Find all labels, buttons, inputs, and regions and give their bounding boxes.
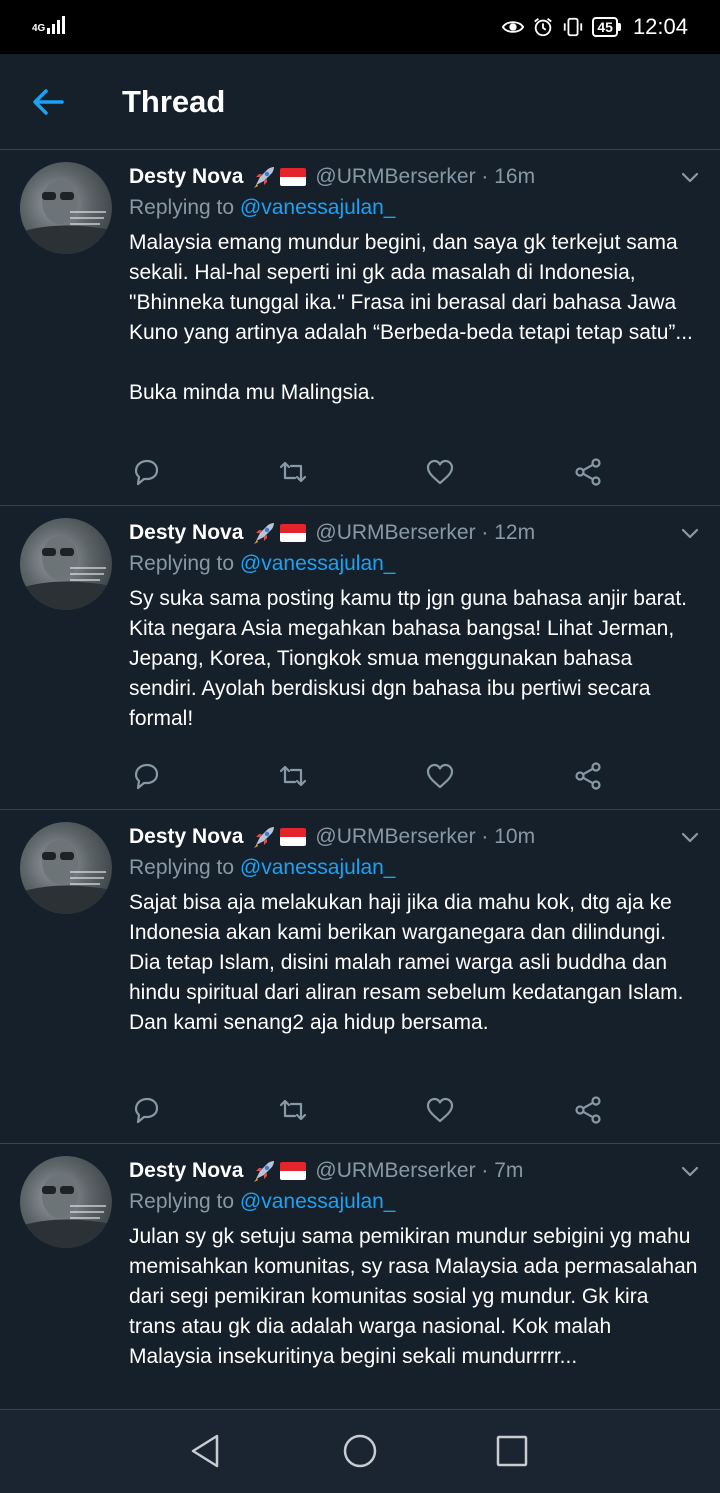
- retweet-icon[interactable]: [277, 1094, 309, 1126]
- tweet-header: Desty Nova @URMBerserker · 16m: [129, 162, 720, 192]
- rocket-emoji-icon: [254, 523, 275, 544]
- mention-link[interactable]: @vanessajulan_: [240, 1190, 396, 1213]
- replying-to: Replying to @vanessajulan_: [129, 193, 396, 223]
- eye-comfort-icon: [502, 21, 525, 33]
- clock: 12:04: [632, 14, 688, 39]
- tweet-actions: [130, 1094, 610, 1126]
- signal-indicator: 4G: [32, 14, 66, 34]
- handle-and-time: @URMBerserker · 10m: [315, 825, 536, 848]
- avatar[interactable]: [20, 1156, 112, 1248]
- avatar[interactable]: [20, 822, 112, 914]
- chevron-down-icon[interactable]: [678, 521, 702, 545]
- chevron-down-icon[interactable]: [678, 1159, 702, 1183]
- like-icon[interactable]: [424, 1094, 456, 1126]
- rocket-emoji-icon: [254, 1161, 275, 1182]
- retweet-icon[interactable]: [277, 456, 309, 488]
- alarm-icon: [534, 18, 553, 37]
- replying-to-prefix: Replying to: [129, 552, 240, 575]
- reply-icon[interactable]: [130, 760, 162, 792]
- tweet-header: Desty Nova @URMBerserker · 7m: [129, 1156, 720, 1186]
- tweet-text: Sajat bisa aja melakukan haji jika dia m…: [129, 891, 690, 1034]
- recents-square-icon[interactable]: [493, 1432, 531, 1470]
- signal-bars-icon: [47, 14, 66, 34]
- rocket-emoji-icon: [254, 167, 275, 188]
- tweet[interactable]: Desty Nova @URMBerserker · 16m Replying …: [0, 150, 720, 506]
- replying-to: Replying to @vanessajulan_: [129, 853, 396, 883]
- replying-to: Replying to @vanessajulan_: [129, 1187, 396, 1217]
- page-title: Thread: [122, 84, 226, 119]
- indonesia-flag-emoji-icon: [280, 168, 307, 186]
- back-arrow-icon[interactable]: [28, 82, 68, 122]
- handle-and-time: @URMBerserker · 16m: [315, 165, 536, 188]
- like-icon[interactable]: [424, 760, 456, 792]
- network-type: 4G: [32, 23, 46, 34]
- retweet-icon[interactable]: [277, 760, 309, 792]
- tweet[interactable]: Desty Nova @URMBerserker · 10m Replying …: [0, 810, 720, 1144]
- share-icon[interactable]: [572, 456, 604, 488]
- back-triangle-icon[interactable]: [187, 1432, 225, 1470]
- handle-and-time: @URMBerserker · 12m: [315, 521, 536, 544]
- avatar[interactable]: [20, 518, 112, 610]
- tweet-header: Desty Nova @URMBerserker · 10m: [129, 822, 720, 852]
- name-emojis: [251, 520, 307, 546]
- indonesia-flag-emoji-icon: [280, 524, 307, 542]
- display-name[interactable]: Desty Nova: [129, 165, 243, 189]
- replying-to-prefix: Replying to: [129, 196, 240, 219]
- replying-to-prefix: Replying to: [129, 856, 240, 879]
- reply-icon[interactable]: [130, 1094, 162, 1126]
- battery-icon: 45: [592, 17, 621, 37]
- header: Thread: [0, 54, 720, 150]
- vibrate-icon: [564, 17, 583, 37]
- tweet-text: Julan sy gk setuju sama pemikiran mundur…: [129, 1225, 704, 1368]
- avatar[interactable]: [20, 162, 112, 254]
- indonesia-flag-emoji-icon: [280, 1162, 307, 1180]
- mention-link[interactable]: @vanessajulan_: [240, 552, 396, 575]
- replying-to-prefix: Replying to: [129, 1190, 240, 1213]
- status-bar: 4G 45 12:04: [0, 0, 720, 54]
- mention-link[interactable]: @vanessajulan_: [240, 196, 396, 219]
- replying-to: Replying to @vanessajulan_: [129, 549, 396, 579]
- like-icon[interactable]: [424, 456, 456, 488]
- name-emojis: [251, 1158, 307, 1184]
- tweet-actions: [130, 760, 610, 792]
- tweet-header: Desty Nova @URMBerserker · 12m: [129, 518, 720, 548]
- tweet-text: Malaysia emang mundur begini, dan saya g…: [129, 231, 693, 404]
- system-navigation-bar: [0, 1410, 720, 1493]
- mention-link[interactable]: @vanessajulan_: [240, 856, 396, 879]
- indonesia-flag-emoji-icon: [280, 828, 307, 846]
- tweet-text: Sy suka sama posting kamu ttp jgn guna b…: [129, 587, 693, 730]
- handle-and-time: @URMBerserker · 7m: [315, 1159, 524, 1182]
- share-icon[interactable]: [572, 760, 604, 792]
- name-emojis: [251, 164, 307, 190]
- share-icon[interactable]: [572, 1094, 604, 1126]
- tweet[interactable]: Desty Nova @URMBerserker · 7m Replying t…: [0, 1144, 720, 1410]
- chevron-down-icon[interactable]: [678, 825, 702, 849]
- display-name[interactable]: Desty Nova: [129, 1159, 243, 1183]
- tweet[interactable]: Desty Nova @URMBerserker · 12m Replying …: [0, 506, 720, 810]
- display-name[interactable]: Desty Nova: [129, 521, 243, 545]
- reply-icon[interactable]: [130, 456, 162, 488]
- name-emojis: [251, 824, 307, 850]
- rocket-emoji-icon: [254, 827, 275, 848]
- battery-level: 45: [592, 17, 618, 37]
- home-circle-icon[interactable]: [341, 1432, 379, 1470]
- chevron-down-icon[interactable]: [678, 165, 702, 189]
- tweet-actions: [130, 456, 610, 488]
- display-name[interactable]: Desty Nova: [129, 825, 243, 849]
